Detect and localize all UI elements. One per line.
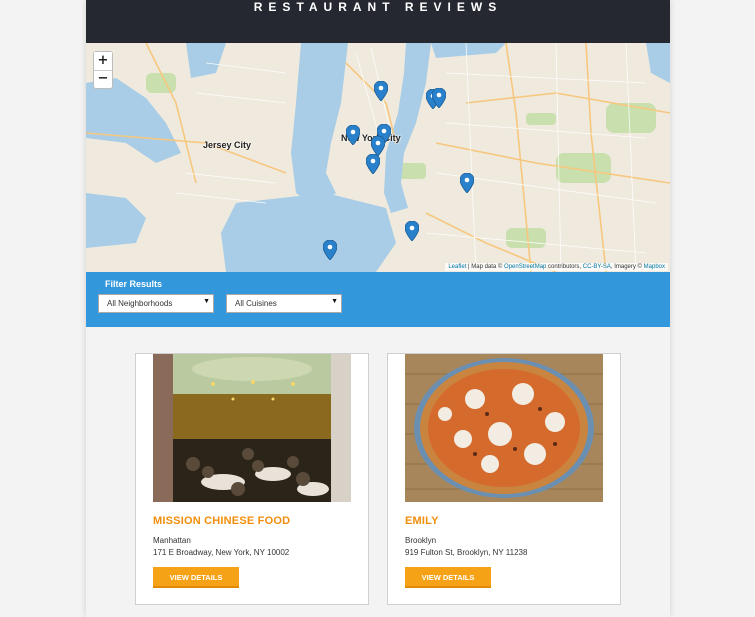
dropdown-arrow-icon: ▼ [203,298,210,305]
neighborhoods-select[interactable]: All Neighborhoods ▼ [98,294,214,313]
map-pin-icon[interactable] [374,81,388,101]
map-pin-icon[interactable] [366,154,380,174]
attribution-text: | Map data © [466,264,505,270]
filter-label: Filter Results [105,279,163,289]
restaurant-photo [405,354,603,502]
site-header: RESTAURANT REVIEWS [86,0,670,43]
attribution-text: , Imagery © [610,264,644,270]
map-pin-icon[interactable] [346,125,360,145]
view-details-button[interactable]: VIEW DETAILS [153,567,239,588]
cuisines-select-value: All Cuisines [235,299,277,308]
filter-bar: Filter Results All Neighborhoods ▼ All C… [86,272,670,327]
cuisines-select[interactable]: All Cuisines ▼ [226,294,342,313]
map-pin-icon[interactable] [460,173,474,193]
openstreetmap-link[interactable]: OpenStreetMap [504,264,546,270]
map-pin-icon[interactable] [323,240,337,260]
mapbox-link[interactable]: Mapbox [644,264,665,270]
restaurant-address: 171 E Broadway, New York, NY 10002 [153,548,290,557]
map-pin-icon[interactable] [405,221,419,241]
map-pin-icon[interactable] [432,88,446,108]
restaurant-map[interactable]: + − Jersey City New York City Leaflet | … [86,43,670,272]
restaurant-name[interactable]: EMILY [405,515,439,527]
view-details-button[interactable]: VIEW DETAILS [405,567,491,588]
restaurant-name[interactable]: MISSION CHINESE FOOD [153,515,290,527]
zoom-in-button[interactable]: + [94,52,112,70]
map-attribution: Leaflet | Map data © OpenStreetMap contr… [445,263,668,271]
neighborhoods-select-value: All Neighborhoods [107,299,173,308]
restaurant-card: EMILY Brooklyn 919 Fulton St, Brooklyn, … [387,353,621,605]
zoom-out-button[interactable]: − [94,70,112,87]
restaurant-photo [153,354,351,502]
restaurant-neighborhood: Brooklyn [405,536,437,545]
restaurant-address: 919 Fulton St, Brooklyn, NY 11238 [405,548,528,557]
restaurant-card: MISSION CHINESE FOOD Manhattan 171 E Bro… [135,353,369,605]
map-label-jersey-city: Jersey City [203,140,252,150]
site-title: RESTAURANT REVIEWS [253,0,503,14]
zoom-control: + − [93,51,113,89]
dropdown-arrow-icon: ▼ [331,298,338,305]
map-pin-icon[interactable] [371,136,385,156]
leaflet-link[interactable]: Leaflet [448,264,466,270]
license-link[interactable]: CC-BY-SA [583,264,611,270]
attribution-text: contributors, [546,264,583,270]
restaurant-neighborhood: Manhattan [153,536,191,545]
